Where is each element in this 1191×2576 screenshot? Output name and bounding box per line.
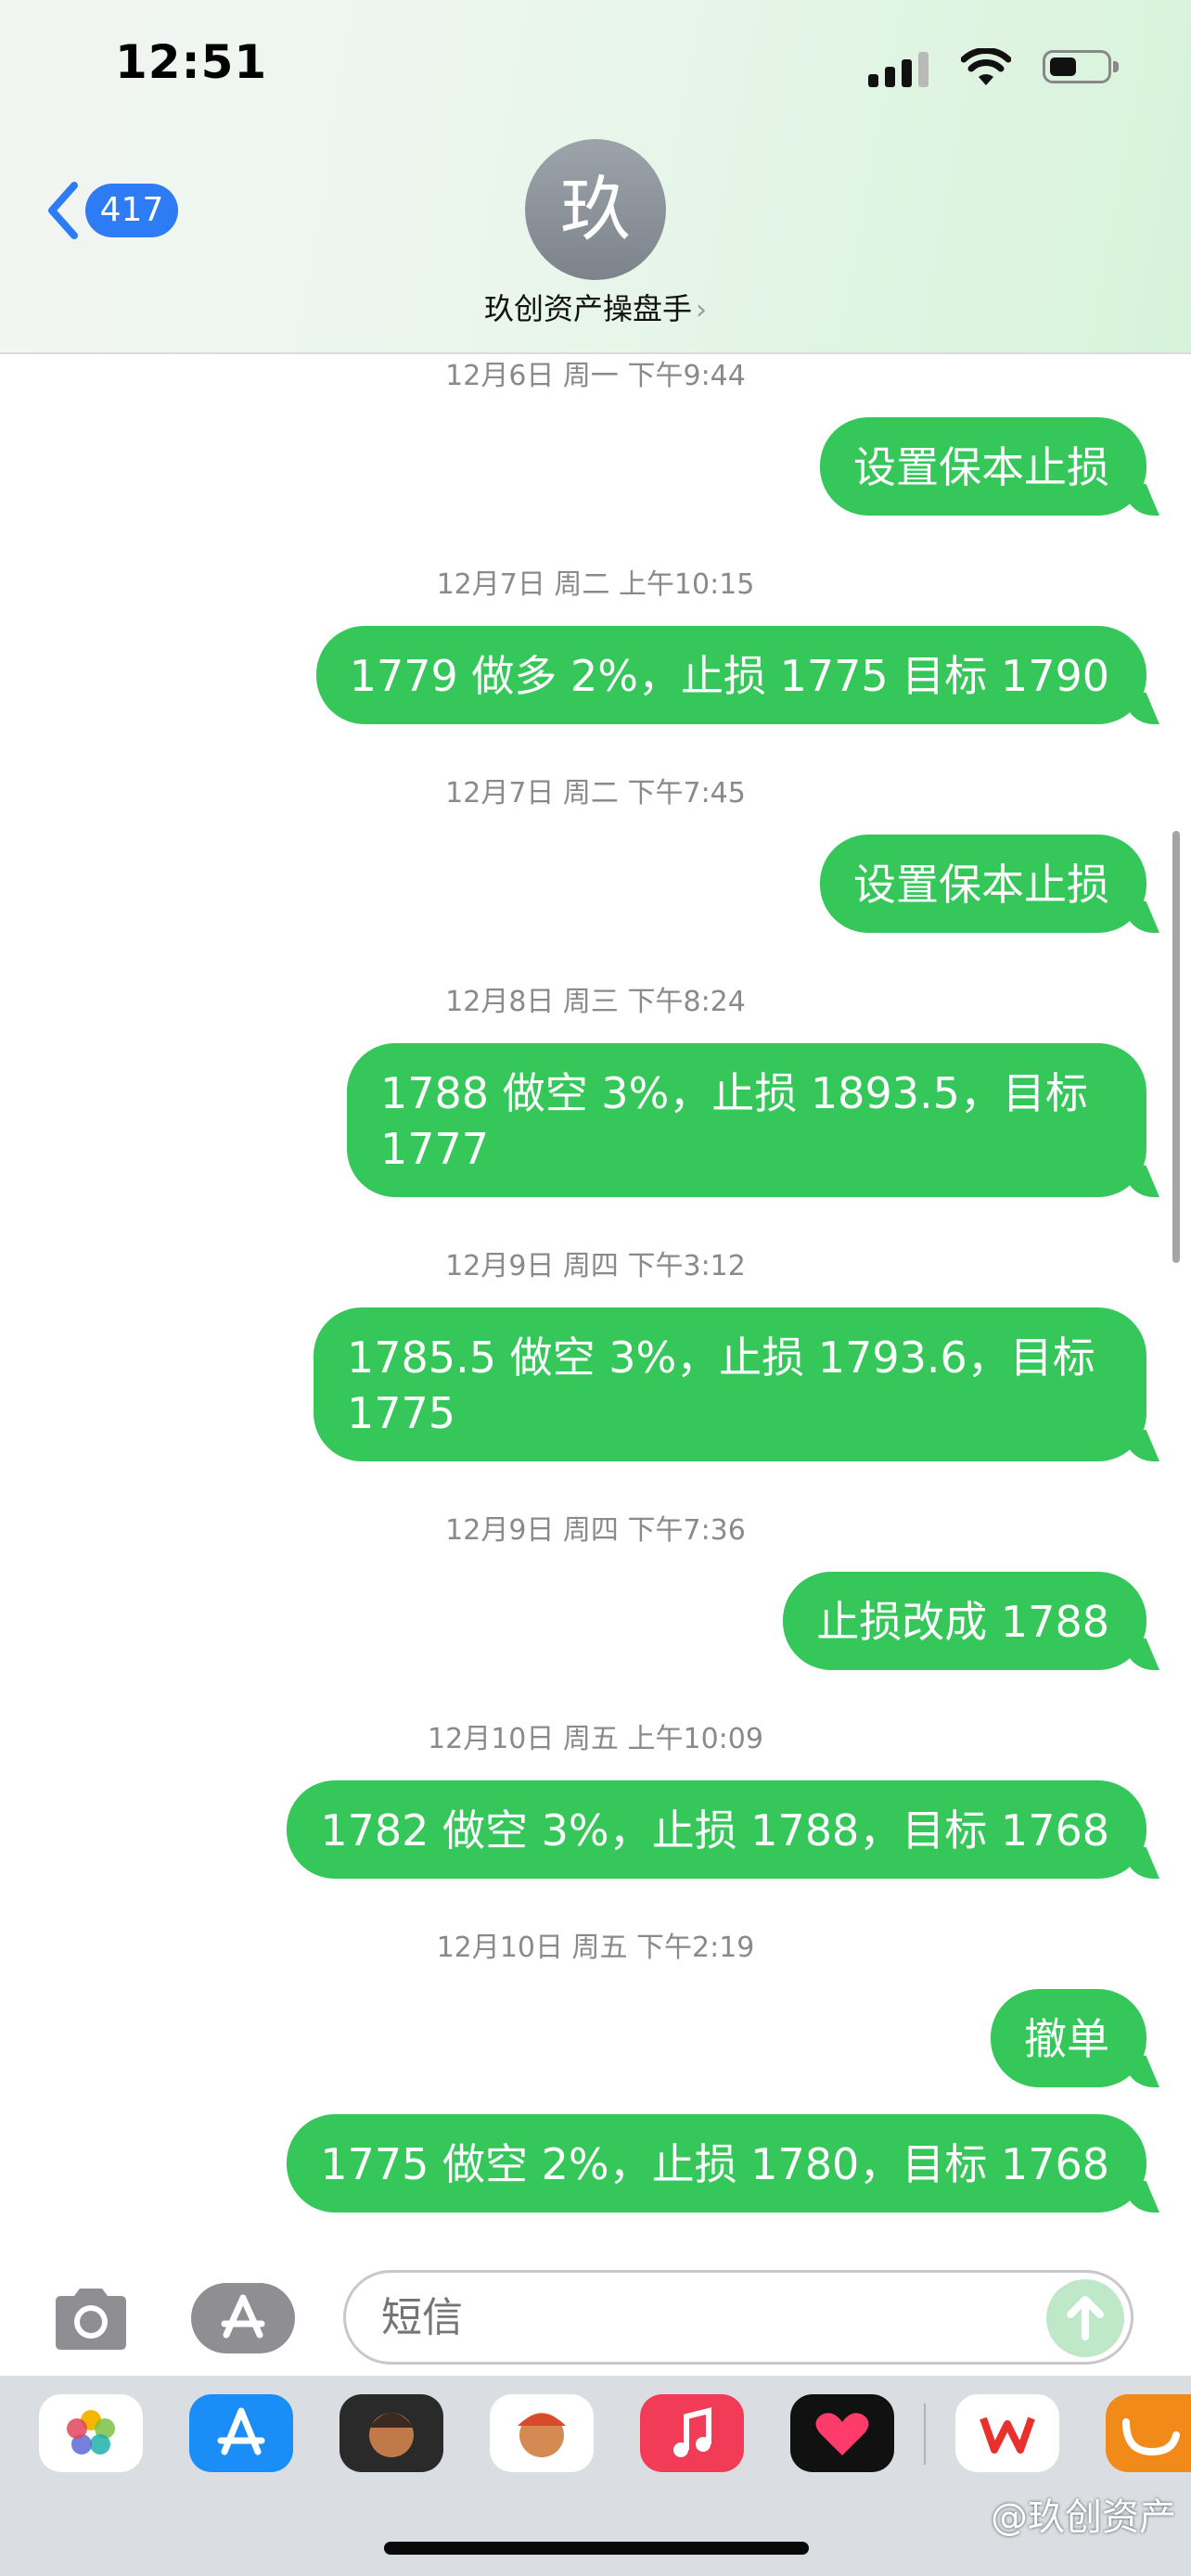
app-store-button[interactable] [191,2283,295,2353]
conversation-header: 12:51 417 玖 玖创资产操盘手 › [0,0,1191,354]
send-button[interactable] [1046,2279,1124,2357]
arrow-up-icon [1067,2296,1104,2340]
battery-icon [1043,50,1119,83]
sent-message-bubble[interactable]: 1785.5 做空 3%，止损 1793.6，目标 1775 [314,1307,1146,1461]
digital-touch-icon[interactable] [790,2394,894,2472]
wps-icon[interactable] [955,2394,1059,2472]
message-input[interactable] [343,2270,1133,2365]
sent-message-bubble[interactable]: 1779 做多 2%，止损 1775 目标 1790 [315,626,1146,724]
sent-message-bubble[interactable]: 设置保本止损 [820,417,1146,516]
sent-message-bubble[interactable]: 设置保本止损 [820,835,1146,933]
message-timestamp: 12月9日 周四 下午7:36 [445,1514,746,1547]
contact-name[interactable]: 玖创资产操盘手 › [0,286,1191,328]
music-icon[interactable] [640,2394,744,2472]
unread-count-badge: 417 [85,184,178,237]
sent-message-bubble[interactable]: 撤单 [991,1989,1146,2087]
sent-message-bubble[interactable]: 1782 做空 3%，止损 1788，目标 1768 [287,1780,1146,1879]
compose-bar [0,2263,1191,2374]
sent-message-bubble[interactable]: 1775 做空 2%，止损 1780，目标 1768 [287,2114,1146,2213]
uc-browser-icon[interactable] [1106,2394,1191,2472]
chevron-right-icon: › [696,294,707,326]
message-timestamp: 12月9日 周四 下午3:12 [445,1250,746,1282]
cellular-signal-icon [868,52,929,87]
status-icons [833,48,1119,89]
message-list[interactable]: 12月6日 周一 下午9:44 设置保本止损 12月7日 周二 上午10:15 … [0,352,1191,2263]
app-store-glyph-icon [221,2294,265,2339]
wifi-icon [961,48,1011,85]
app-store-icon[interactable] [189,2394,293,2472]
status-time: 12:51 [115,35,268,89]
message-timestamp: 12月7日 周二 上午10:15 [436,568,755,601]
sent-message-bubble[interactable]: 止损改成 1788 [783,1572,1146,1670]
message-timestamp: 12月7日 周二 下午7:45 [445,777,746,810]
scrollbar[interactable] [1172,831,1180,1263]
chevron-left-icon [48,182,78,239]
animoji-icon[interactable] [490,2394,594,2472]
back-button[interactable]: 417 [43,178,182,243]
message-timestamp: 12月6日 周一 下午9:44 [445,360,746,392]
tray-divider [924,2404,926,2465]
message-timestamp: 12月8日 周三 下午8:24 [445,986,746,1018]
message-timestamp: 12月10日 周五 下午2:19 [436,1932,755,1964]
home-indicator[interactable] [384,2542,809,2555]
watermark: @玖创资产 [991,2496,1176,2539]
memoji-icon[interactable] [339,2394,443,2472]
contact-avatar[interactable]: 玖 [525,139,666,280]
sent-message-bubble[interactable]: 1788 做空 3%，止损 1893.5，目标 1777 [347,1043,1146,1197]
photos-icon[interactable] [39,2394,143,2472]
contact-name-label: 玖创资产操盘手 [483,291,692,326]
camera-icon[interactable] [48,2285,134,2352]
message-timestamp: 12月10日 周五 上午10:09 [428,1723,763,1755]
